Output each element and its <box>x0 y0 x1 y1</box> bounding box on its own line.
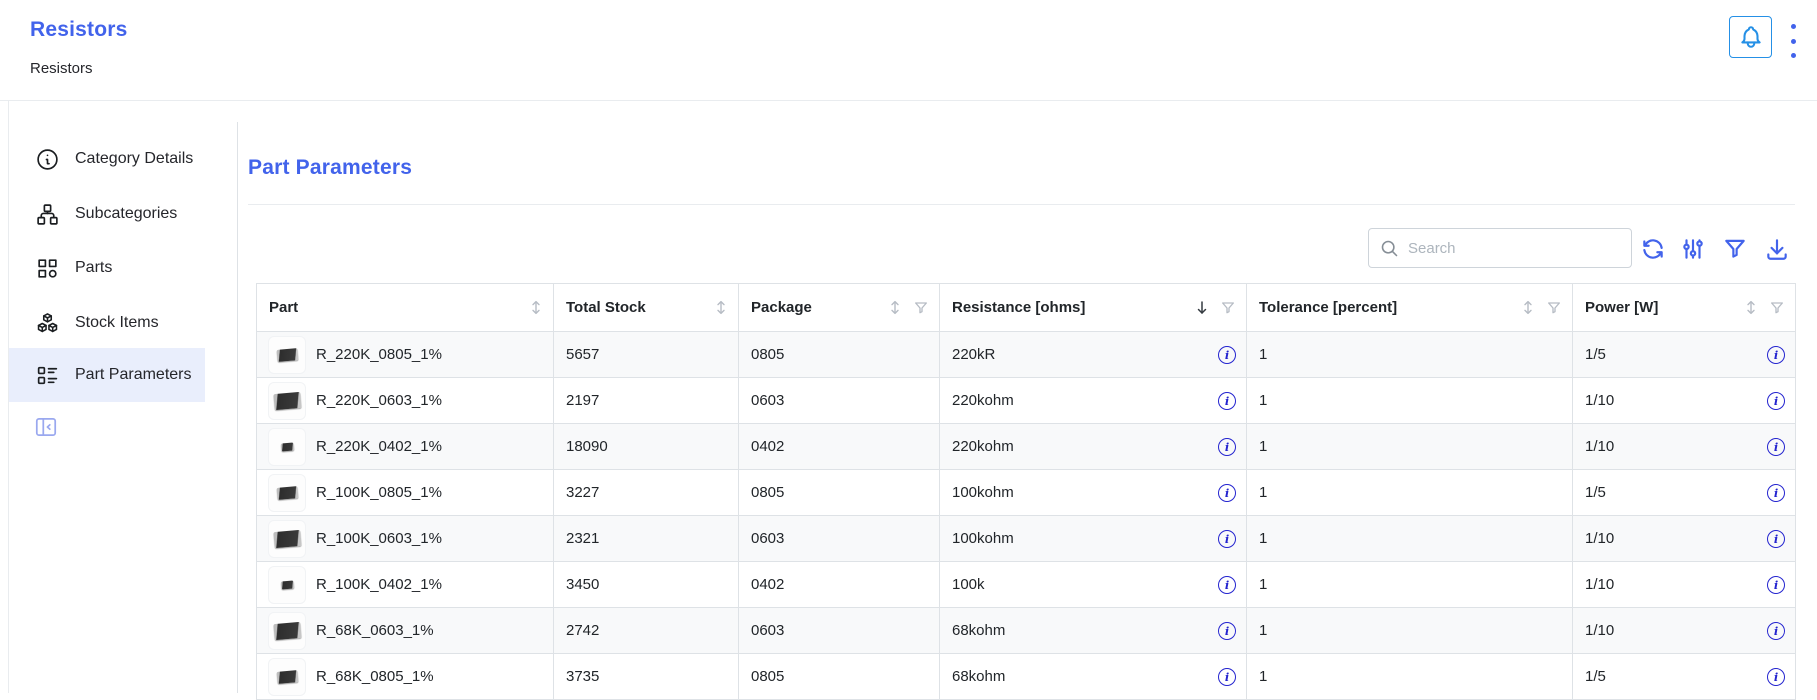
info-icon[interactable] <box>1767 622 1785 640</box>
resistor-thumbnail <box>269 613 305 649</box>
sidebar-item-part-parameters[interactable]: Part Parameters <box>9 348 205 402</box>
sort-icon[interactable] <box>1744 299 1758 316</box>
dots-vertical-icon[interactable] <box>1784 24 1802 58</box>
resistor-thumbnail <box>269 567 305 603</box>
sort-icon[interactable] <box>888 299 902 316</box>
sidebar-collapse-icon[interactable] <box>33 414 59 440</box>
resistor-thumbnail <box>269 383 305 419</box>
info-icon[interactable] <box>1218 392 1236 410</box>
info-icon[interactable] <box>1218 576 1236 594</box>
resistor-thumbnail <box>269 337 305 373</box>
refresh-icon[interactable] <box>1640 236 1666 262</box>
search-box[interactable] <box>1368 228 1632 268</box>
sidebar-item-stock-items[interactable]: Stock Items <box>9 296 205 350</box>
info-icon[interactable] <box>1767 530 1785 548</box>
list-details-icon <box>35 363 60 388</box>
info-icon[interactable] <box>1767 668 1785 686</box>
search-icon <box>1379 238 1408 259</box>
info-icon[interactable] <box>1767 346 1785 364</box>
table-row[interactable]: R_220K_0603_1% 2197 0603 220kohm 1 1/10 <box>257 378 1796 424</box>
filter-icon[interactable] <box>1722 236 1748 262</box>
sort-icon[interactable] <box>1521 299 1535 316</box>
packages-icon <box>35 311 60 336</box>
sitemap-icon <box>35 202 60 227</box>
info-icon[interactable] <box>1218 346 1236 364</box>
info-icon[interactable] <box>1767 392 1785 410</box>
table-header-row: Part Total Stock Package Resistance [ohm… <box>257 284 1796 332</box>
info-icon[interactable] <box>1218 668 1236 686</box>
bell-icon <box>1738 24 1764 50</box>
info-icon[interactable] <box>1218 622 1236 640</box>
info-icon[interactable] <box>1767 576 1785 594</box>
table-row[interactable]: R_220K_0402_1% 18090 0402 220kohm 1 1/10 <box>257 424 1796 470</box>
sort-icon[interactable] <box>714 299 728 316</box>
sort-desc-icon[interactable] <box>1195 299 1209 316</box>
sidebar-item-subcategories[interactable]: Subcategories <box>9 187 205 241</box>
info-icon[interactable] <box>1218 438 1236 456</box>
info-icon[interactable] <box>1767 438 1785 456</box>
column-filter-icon[interactable] <box>1546 300 1562 316</box>
resistor-thumbnail <box>269 659 305 695</box>
panel-title: Part Parameters <box>248 156 412 180</box>
info-icon[interactable] <box>1218 484 1236 502</box>
column-filter-icon[interactable] <box>1769 300 1785 316</box>
category-grid-icon <box>35 256 60 281</box>
sort-icon[interactable] <box>529 299 543 316</box>
notifications-button[interactable] <box>1729 16 1772 58</box>
sidebar-item-category-details[interactable]: Category Details <box>9 132 205 186</box>
app-header: Resistors Resistors <box>0 0 1817 101</box>
sidebar-item-label: Subcategories <box>75 205 177 223</box>
column-header-tolerance[interactable]: Tolerance [percent] <box>1247 284 1573 332</box>
sidebar-divider <box>237 122 238 693</box>
resistor-thumbnail <box>269 521 305 557</box>
sidebar-item-label: Part Parameters <box>75 366 191 384</box>
column-header-power[interactable]: Power [W] <box>1573 284 1796 332</box>
panel-divider <box>248 204 1795 205</box>
download-icon[interactable] <box>1764 236 1790 262</box>
info-circle-icon <box>35 147 60 172</box>
column-header-resistance[interactable]: Resistance [ohms] <box>940 284 1247 332</box>
table-row[interactable]: R_100K_0603_1% 2321 0603 100kohm 1 1/10 <box>257 516 1796 562</box>
sidebar-item-label: Parts <box>75 259 112 277</box>
info-icon[interactable] <box>1767 484 1785 502</box>
column-header-total-stock[interactable]: Total Stock <box>554 284 739 332</box>
column-header-package[interactable]: Package <box>739 284 940 332</box>
column-filter-icon[interactable] <box>913 300 929 316</box>
search-input[interactable] <box>1408 240 1621 257</box>
table-row[interactable]: R_100K_0805_1% 3227 0805 100kohm 1 1/5 <box>257 470 1796 516</box>
column-header-part[interactable]: Part <box>257 284 554 332</box>
table-row[interactable]: R_220K_0805_1% 5657 0805 220kR 1 1/5 <box>257 332 1796 378</box>
table-row[interactable]: R_100K_0402_1% 3450 0402 100k 1 1/10 <box>257 562 1796 608</box>
sidebar-item-label: Stock Items <box>75 314 159 332</box>
part-parameters-table: Part Total Stock Package Resistance [ohm… <box>256 283 1795 700</box>
sidebar-item-parts[interactable]: Parts <box>9 241 205 295</box>
page-title: Resistors <box>30 18 128 42</box>
resistor-thumbnail <box>269 429 305 465</box>
column-filter-icon[interactable] <box>1220 300 1236 316</box>
sidebar-item-label: Category Details <box>75 150 193 168</box>
resistor-thumbnail <box>269 475 305 511</box>
adjustments-icon[interactable] <box>1680 236 1706 262</box>
breadcrumb[interactable]: Resistors <box>30 60 93 77</box>
table-row[interactable]: R_68K_0603_1% 2742 0603 68kohm 1 1/10 <box>257 608 1796 654</box>
info-icon[interactable] <box>1218 530 1236 548</box>
